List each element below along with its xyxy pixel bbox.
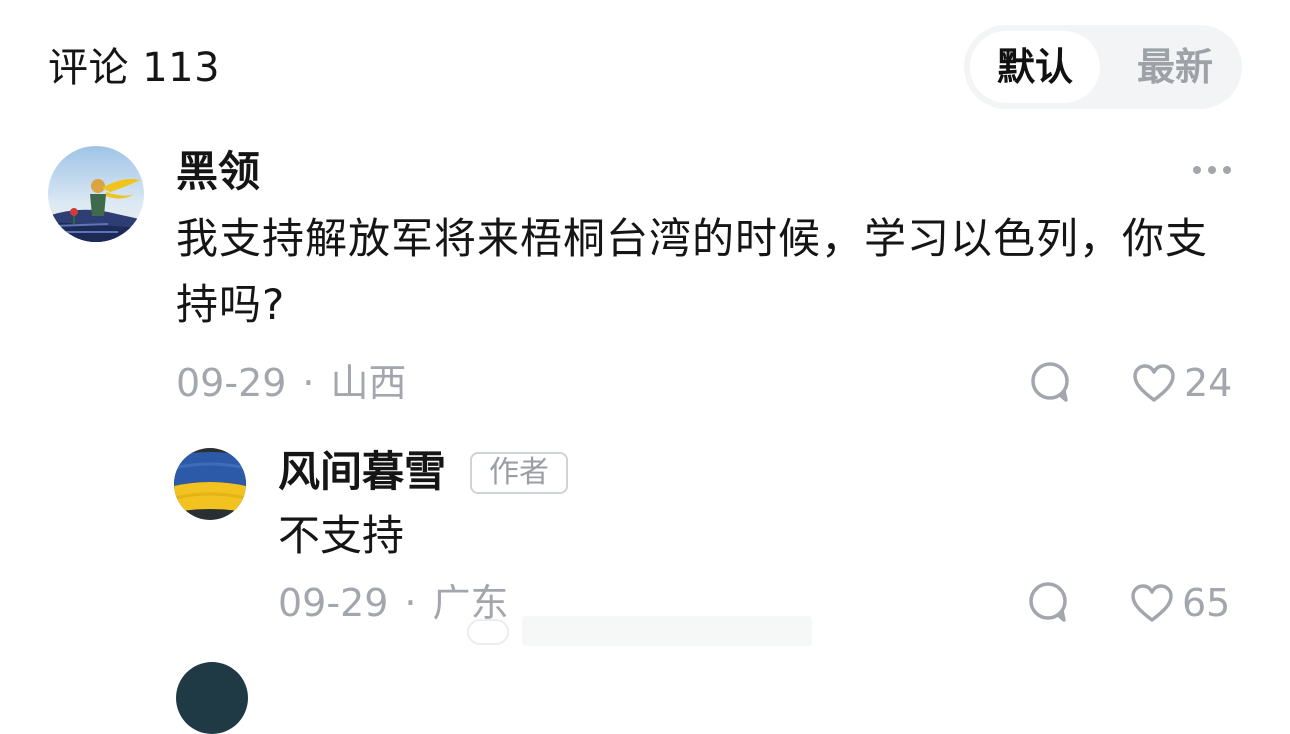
sort-latest-tab[interactable]: 最新 bbox=[1112, 31, 1238, 103]
watermark bbox=[462, 598, 822, 658]
reply-like-button[interactable]: 65 bbox=[1130, 578, 1230, 628]
like-count: 24 bbox=[1184, 361, 1233, 405]
watermark-graphic bbox=[467, 616, 812, 646]
next-comment-avatar[interactable] bbox=[176, 662, 248, 734]
reply-date: 09-29 bbox=[278, 581, 389, 625]
sort-toggle: 默认 最新 bbox=[964, 25, 1242, 109]
commenter-avatar[interactable] bbox=[48, 146, 144, 242]
more-dots-icon bbox=[1193, 166, 1231, 174]
reply-text: 不支持 bbox=[278, 511, 405, 560]
comment-meta: 09-29 · 山西 bbox=[176, 358, 407, 408]
comment-location: 山西 bbox=[330, 361, 407, 405]
comment-bubble-icon bbox=[1029, 582, 1067, 622]
heart-outline-icon bbox=[1131, 584, 1173, 622]
like-button[interactable]: 24 bbox=[1132, 358, 1232, 408]
author-badge: 作者 bbox=[470, 452, 568, 494]
commenter-username[interactable]: 黑领 bbox=[176, 142, 260, 202]
little-prince-avatar-image bbox=[48, 146, 144, 242]
reply-author-avatar[interactable] bbox=[174, 448, 246, 520]
comment-bubble-icon bbox=[1031, 362, 1069, 402]
meta-separator: · bbox=[302, 361, 315, 405]
heart-outline-icon bbox=[1133, 364, 1175, 402]
comments-title: 评论 113 bbox=[48, 45, 221, 91]
comment-text: 我支持解放军将来梧桐台湾的时候，学习以色列，你支持吗? bbox=[176, 214, 1209, 329]
reply-like-count: 65 bbox=[1182, 581, 1231, 625]
reply-author-username[interactable]: 风间暮雪 bbox=[278, 442, 446, 502]
more-options-button[interactable] bbox=[1184, 150, 1240, 190]
reply-button[interactable] bbox=[1028, 360, 1072, 404]
sort-default-tab[interactable]: 默认 bbox=[970, 31, 1100, 103]
comment-date: 09-29 bbox=[176, 361, 287, 405]
reply-reply-button[interactable] bbox=[1026, 580, 1070, 624]
flag-avatar-image bbox=[174, 448, 246, 520]
meta-separator: · bbox=[404, 581, 417, 625]
